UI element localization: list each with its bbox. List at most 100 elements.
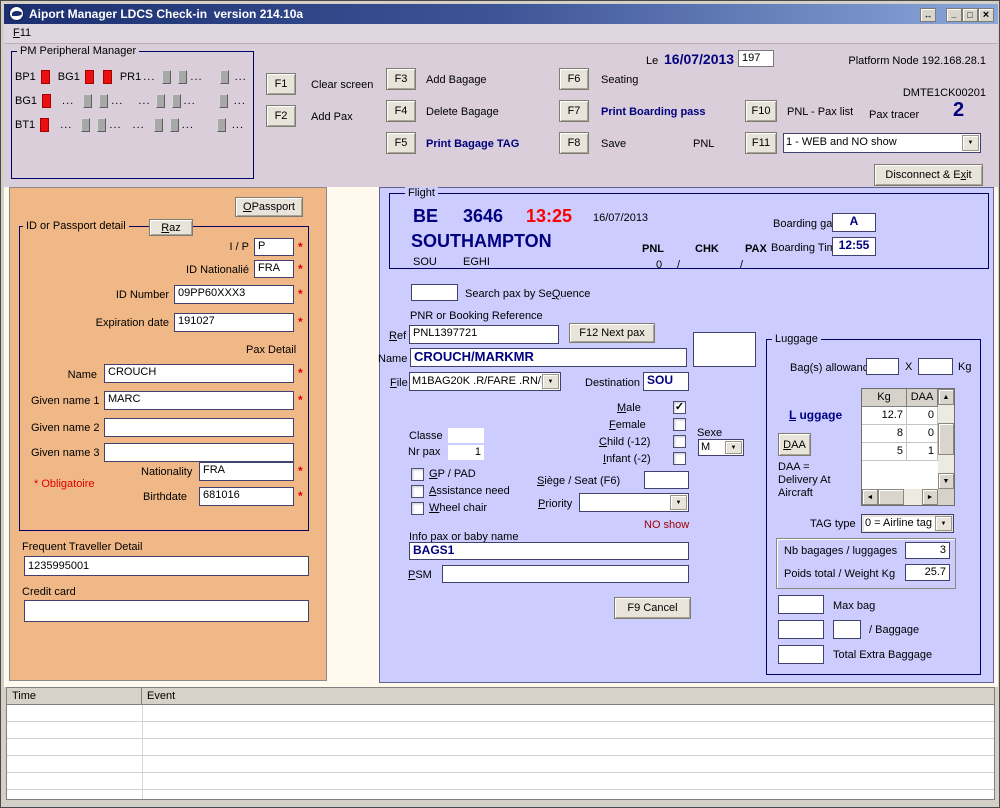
status-indicator-gray [217, 118, 226, 132]
f8-button[interactable]: F8 [559, 132, 589, 154]
given-name-3-field[interactable] [104, 443, 294, 462]
f5-button[interactable]: F5 [386, 132, 416, 154]
credit-card-field[interactable] [24, 600, 309, 622]
f2-button[interactable]: F2 [266, 105, 296, 127]
event-log-col-time[interactable]: Time [7, 688, 142, 704]
chk-column-label: CHK [695, 243, 719, 255]
priority-dropdown[interactable]: ▼ [579, 493, 689, 512]
ip-field[interactable]: P [254, 238, 294, 256]
f4-button[interactable]: F4 [386, 100, 416, 122]
given-name-2-field[interactable] [104, 418, 294, 437]
destination-field[interactable]: SOU [643, 372, 689, 391]
male-checkbox[interactable]: ✓ [673, 401, 686, 414]
flight-iata-code: SOU [413, 256, 437, 268]
f3-button[interactable]: F3 [386, 68, 416, 90]
f9-cancel-button[interactable]: F9 Cancel [614, 597, 691, 619]
name-label: Name [57, 369, 97, 381]
frequent-traveller-label: Frequent Traveller Detail [22, 541, 142, 553]
daa-button[interactable]: DAA [778, 433, 811, 456]
f10-button[interactable]: F10 [745, 100, 777, 122]
id-nationality-field[interactable]: FRA [254, 260, 294, 278]
chevron-down-icon[interactable]: ▼ [962, 135, 979, 151]
obligatoire-note: * Obligatoire [34, 478, 95, 490]
classe-field[interactable] [448, 428, 484, 443]
sexe-dropdown-value: M [701, 441, 727, 454]
given-name-1-field[interactable]: MARC [104, 391, 294, 410]
chevron-down-icon[interactable]: ▼ [542, 374, 559, 389]
gp-pad-checkbox[interactable] [411, 468, 424, 481]
luggage-link-label[interactable]: L uggage [789, 408, 842, 422]
max-bag-field[interactable] [778, 595, 824, 614]
maximize-button[interactable]: □ [962, 8, 978, 22]
chevron-down-icon[interactable]: ▼ [725, 441, 742, 454]
f1-button[interactable]: F1 [266, 73, 296, 95]
per-baggage-field-1[interactable] [778, 620, 824, 639]
status-indicator-gray [97, 118, 106, 132]
seat-field[interactable] [644, 471, 689, 489]
assistance-checkbox[interactable] [411, 485, 424, 498]
f11-dropdown[interactable]: 1 - WEB and NO show ▼ [783, 133, 981, 153]
peripheral-dots: ... [184, 95, 196, 107]
raz-button[interactable]: Raz [149, 219, 193, 236]
bag-allowance-kg-field[interactable] [918, 358, 953, 375]
poids-total-field[interactable]: 25.7 [905, 564, 950, 581]
nr-pax-field[interactable]: 1 [448, 445, 484, 460]
sexe-dropdown[interactable]: M ▼ [698, 439, 744, 456]
resize-button[interactable]: ↔ [920, 8, 936, 22]
pax-detail-label: Pax Detail [246, 344, 296, 356]
minimize-button[interactable]: _ [946, 8, 962, 22]
name-field[interactable]: CROUCH [104, 364, 294, 383]
nb-bagages-field[interactable]: 3 [905, 542, 950, 559]
menu-item-f11[interactable]: F11 [13, 27, 31, 39]
infant-checkbox[interactable] [673, 452, 686, 465]
peripheral-dots: ... [138, 95, 150, 107]
peripheral-label: BG1 [58, 71, 80, 83]
expiration-date-field[interactable]: 191027 [174, 313, 294, 332]
f11-button[interactable]: F11 [745, 132, 777, 154]
scroll-up-icon[interactable]: ▲ [938, 389, 954, 405]
id-number-field[interactable]: 09PP60XXX3 [174, 285, 294, 304]
female-checkbox[interactable] [673, 418, 686, 431]
pax-name-field[interactable]: CROUCH/MARKMR [410, 348, 687, 367]
open-passport-button[interactable]: O Passport [235, 197, 303, 217]
search-sequence-field[interactable] [411, 284, 458, 301]
psm-field[interactable] [442, 565, 689, 583]
f6-button[interactable]: F6 [559, 68, 589, 90]
scrollbar-thumb-horizontal[interactable] [878, 489, 904, 505]
total-extra-baggage-field[interactable] [778, 645, 824, 664]
scroll-left-icon[interactable]: ◄ [862, 489, 878, 505]
scroll-right-icon[interactable]: ► [922, 489, 938, 505]
ref-field[interactable]: PNL1397721 [409, 325, 559, 344]
bag-allowance-count-field[interactable] [866, 358, 899, 375]
pnr-booking-label: PNR or Booking Reference [410, 310, 543, 322]
chevron-down-icon[interactable]: ▼ [935, 516, 952, 531]
f7-button[interactable]: F7 [559, 100, 589, 122]
peripheral-label: BG1 [15, 95, 37, 107]
scroll-down-icon[interactable]: ▼ [938, 473, 954, 489]
f4-label: Delete Bagage [426, 106, 499, 118]
close-button[interactable]: × [978, 8, 994, 22]
info-pax-field[interactable]: BAGS1 [409, 542, 689, 560]
given-name-3-label: Given name 3 [31, 447, 99, 459]
birthdate-label: Birthdate [143, 491, 187, 503]
disconnect-exit-button[interactable]: Disconnect & Exit [874, 164, 983, 186]
event-log-col-event[interactable]: Event [142, 688, 994, 704]
file-dropdown[interactable]: M1BAG20K .R/FARE .RN/N ▼ [409, 372, 561, 391]
child-checkbox[interactable] [673, 435, 686, 448]
f12-next-pax-button[interactable]: F12 Next pax [569, 323, 655, 343]
per-baggage-field-2[interactable] [833, 620, 861, 639]
boarding-gate-field[interactable]: A [832, 213, 876, 232]
flight-number: 3646 [463, 206, 503, 227]
birthdate-field[interactable]: 681016 [199, 487, 294, 506]
tag-type-label: TAG type [810, 518, 856, 530]
chevron-down-icon[interactable]: ▼ [670, 495, 687, 510]
nationality-field[interactable]: FRA [199, 462, 294, 481]
tag-type-dropdown[interactable]: 0 = Airline tag t ▼ [861, 514, 954, 533]
frequent-traveller-field[interactable]: 1235995001 [24, 556, 309, 576]
wheelchair-checkbox[interactable] [411, 502, 424, 515]
peripheral-label: PR1 [120, 71, 141, 83]
scrollbar-thumb-vertical[interactable] [938, 423, 954, 455]
flight-group-label: Flight [405, 187, 438, 199]
boarding-time-field[interactable]: 12:55 [832, 237, 876, 256]
day-number-field[interactable]: 197 [738, 50, 774, 67]
